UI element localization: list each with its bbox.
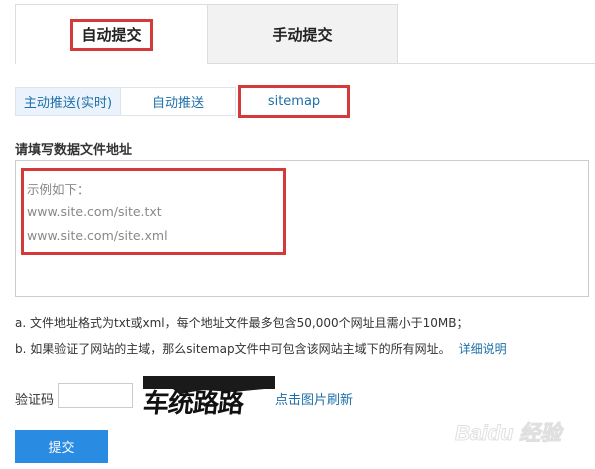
captcha-image[interactable]: 车统路路 [143,376,275,416]
section-title: 请填写数据文件地址 [15,143,133,158]
captcha-refresh-link[interactable]: 点击图片刷新 [275,389,353,408]
placeholder-line: 示例如下： [27,182,90,197]
captcha-text: 车统路路 [143,388,247,416]
note-domain: b. 如果验证了网站的主域，那么sitemap文件中可包含该网站主域下的所有网址… [15,340,507,357]
placeholder-line: www.site.com/site.xml [27,228,168,243]
tab-manual-submit[interactable]: 手动提交 [207,4,398,64]
tab-manual-submit-label: 手动提交 [272,26,333,44]
note-format: a. 文件地址格式为txt或xml，每个地址文件最多包含50,000个网址且需小… [15,316,469,330]
sub-tab-bar: 主动推送(实时) 自动推送 sitemap [15,85,350,118]
sitemap-url-textarea[interactable]: 示例如下： www.site.com/site.txt www.site.com… [15,160,589,297]
placeholder-line: www.site.com/site.txt [27,204,162,219]
subtab-sitemap[interactable]: sitemap [238,85,350,118]
baidu-jingyan-watermark: Baidu 经验 [455,421,565,446]
subtab-active-push[interactable]: 主动推送(实时) [15,87,121,116]
note-domain-text: b. 如果验证了网站的主域，那么sitemap文件中可包含该网站主域下的所有网址… [15,342,451,356]
subtab-auto-push[interactable]: 自动推送 [121,87,236,116]
tab-auto-submit-label: 自动提交 [70,18,153,51]
top-tab-bar: 自动提交 手动提交 [15,4,398,64]
detail-link[interactable]: 详细说明 [459,342,507,356]
tab-divider [207,63,595,64]
tab-auto-submit[interactable]: 自动提交 [15,4,207,64]
submit-button[interactable]: 提交 [15,430,108,463]
captcha-input[interactable] [58,383,133,408]
captcha-label: 验证码 [15,393,55,408]
watermark-text: Baidu 经验 [455,421,564,445]
